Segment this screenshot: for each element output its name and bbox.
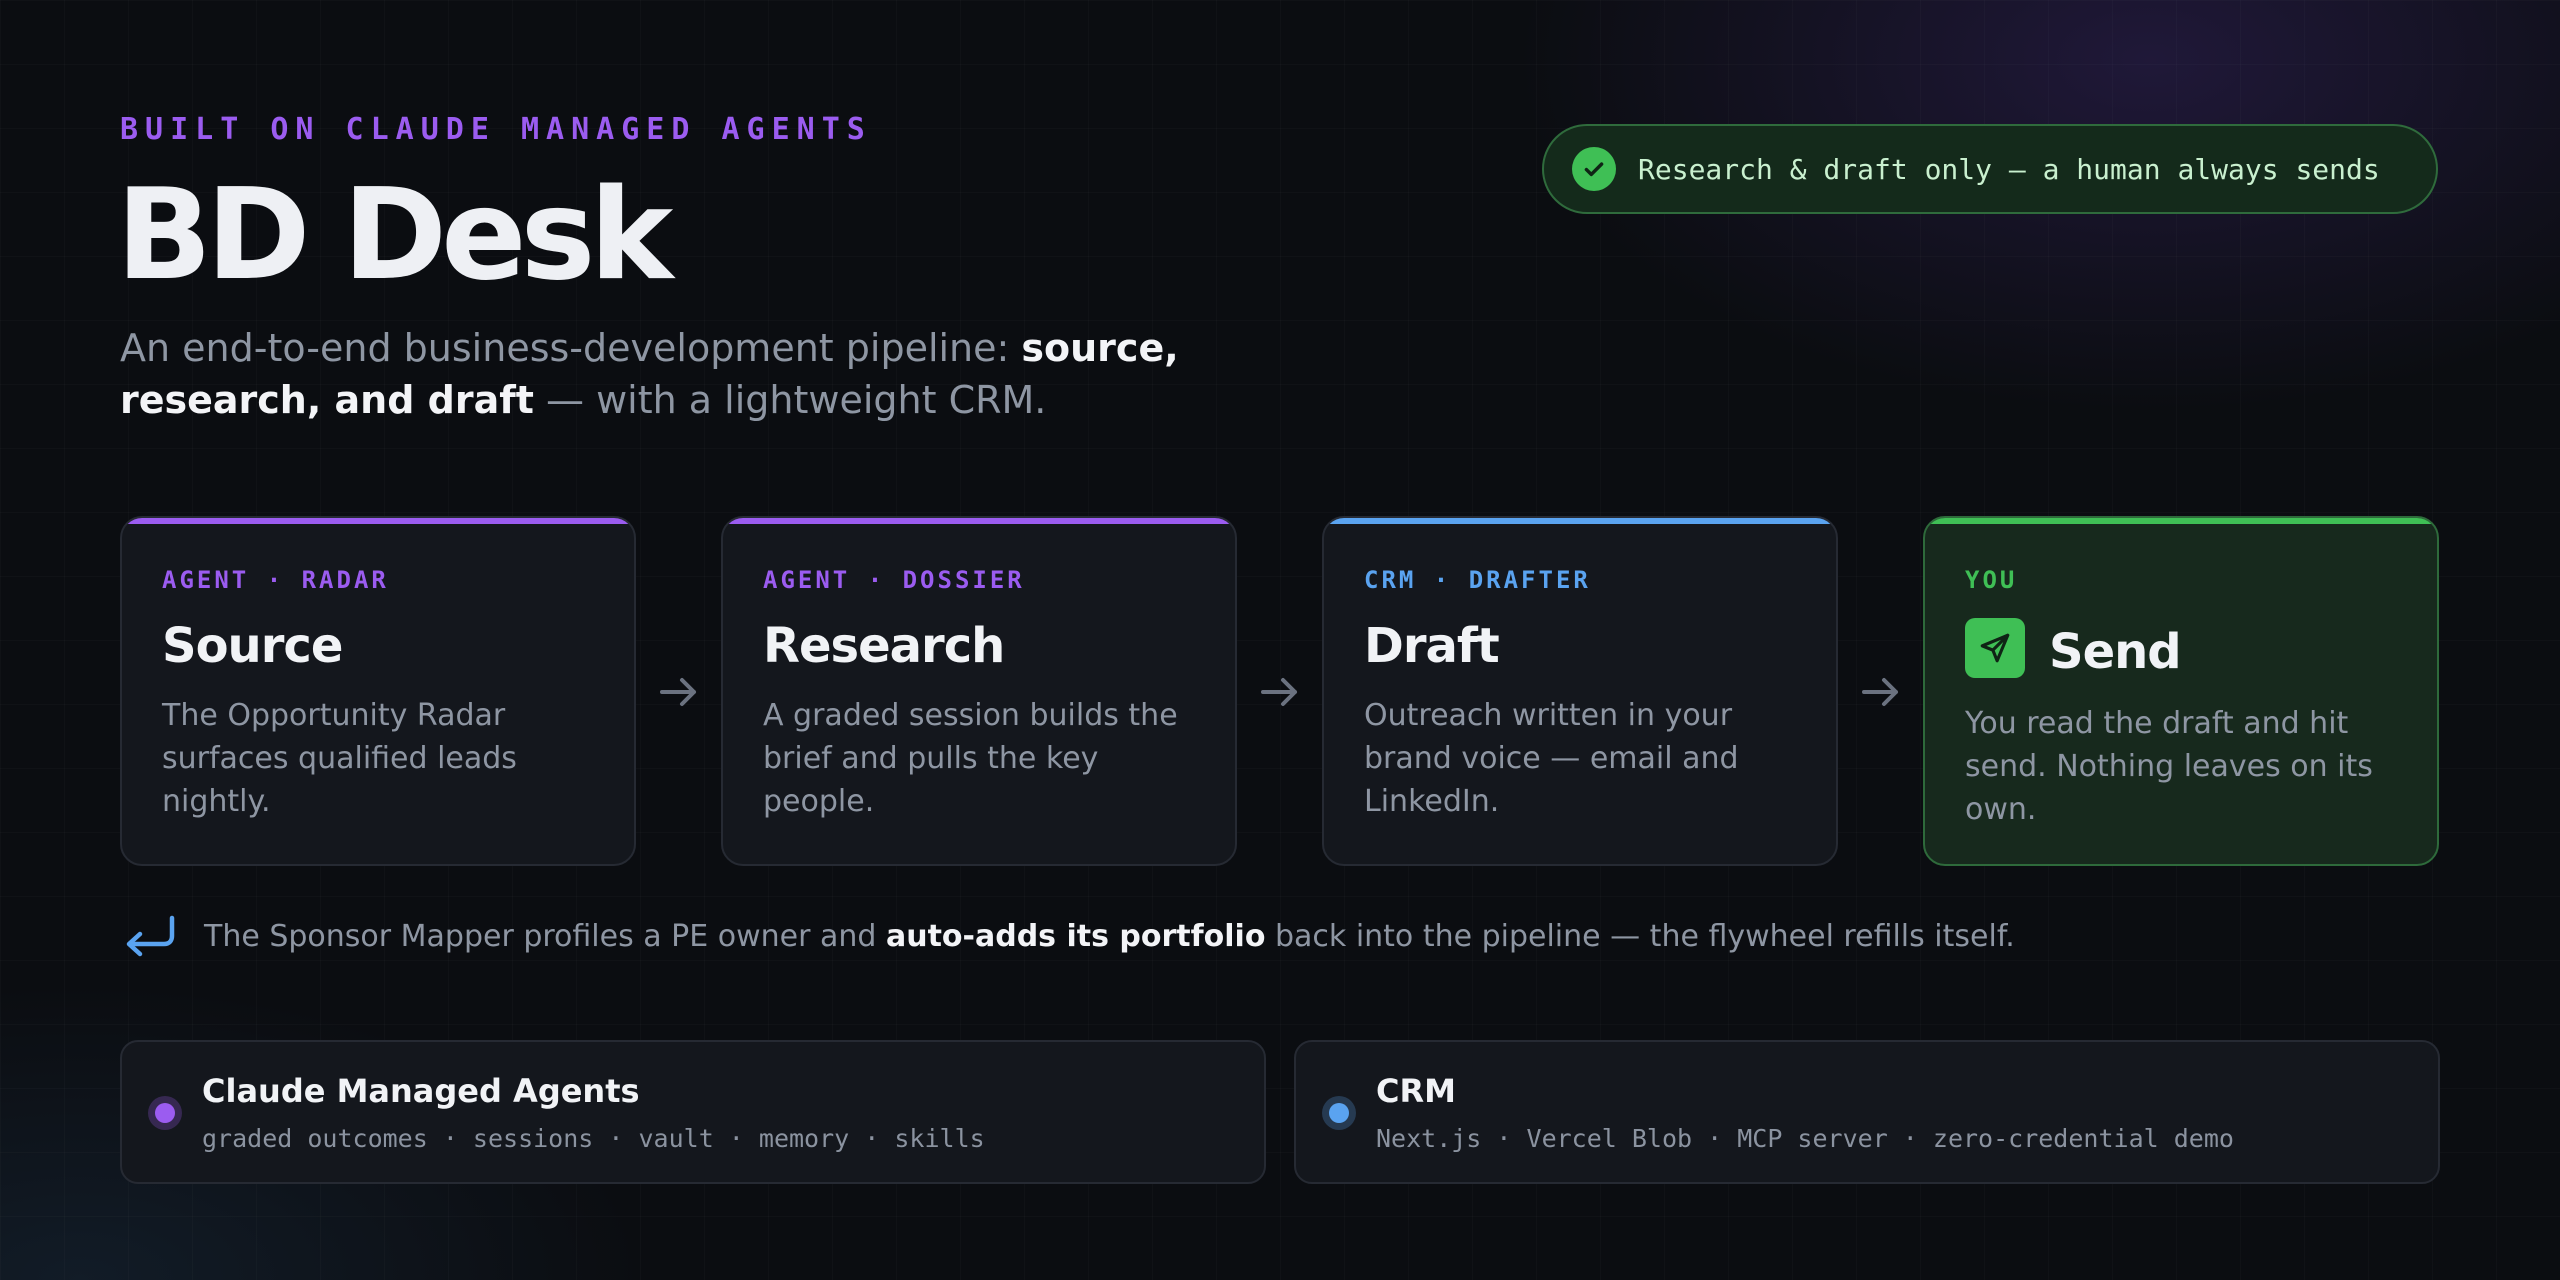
flywheel-note: The Sponsor Mapper profiles a PE owner a… <box>120 910 2015 962</box>
page-title: BD Desk <box>116 161 673 308</box>
card-accent-bar <box>122 518 634 524</box>
pipeline-card-source: AGENT · RADAR Source The Opportunity Rad… <box>120 516 636 866</box>
card-kicker: CRM · DRAFTER <box>1364 566 1591 594</box>
flywheel-text: The Sponsor Mapper profiles a PE owner a… <box>204 919 2015 954</box>
card-title: Send <box>2049 624 2182 680</box>
card-kicker: YOU <box>1965 566 2018 594</box>
subtitle-tail: — with a lightweight CRM. <box>533 378 1047 422</box>
flywheel-text-end: back into the pipeline — the flywheel re… <box>1265 918 2015 954</box>
eyebrow-label: BUILT ON CLAUDE MANAGED AGENTS <box>120 112 872 147</box>
card-accent-bar <box>1324 518 1836 524</box>
panel-title: CRM <box>1376 1072 1456 1110</box>
card-description: Outreach written in your brand voice — e… <box>1364 698 1739 819</box>
card-description: A graded session builds the brief and pu… <box>763 698 1178 819</box>
stack-panel-agents: Claude Managed Agents graded outcomes · … <box>120 1040 1266 1184</box>
page-subtitle: An end-to-end business-development pipel… <box>120 322 1360 426</box>
card-title: Research <box>763 618 1005 674</box>
flywheel-text-start: The Sponsor Mapper profiles a PE owner a… <box>204 918 886 954</box>
return-arrow-icon <box>126 915 175 957</box>
card-title: Draft <box>1364 618 1500 674</box>
card-title: Source <box>162 618 343 674</box>
badge-text: Research & draft only — a human always s… <box>1638 152 2380 186</box>
card-kicker: AGENT · RADAR <box>162 566 389 594</box>
card-accent-bar <box>1925 518 2437 524</box>
card-description: The Opportunity Radar surfaces qualified… <box>162 698 517 819</box>
card-description: You read the draft and hit send. Nothing… <box>1965 706 2373 827</box>
status-dot <box>1322 1096 1356 1130</box>
card-accent-bar <box>723 518 1235 524</box>
arrow-right-icon <box>1862 678 1898 706</box>
pipeline-card-draft: CRM · DRAFTER Draft Outreach written in … <box>1322 516 1838 866</box>
arrow-right-icon <box>1261 678 1297 706</box>
pipeline-card-send: YOU Send You read the draft and hit send… <box>1923 516 2439 866</box>
flywheel-text-highlight: auto-adds its portfolio <box>885 918 1266 954</box>
subtitle-text: An end-to-end business-development pipel… <box>120 326 1022 370</box>
paper-plane-icon <box>1965 618 2025 678</box>
page: BUILT ON CLAUDE MANAGED AGENTS BD Desk A… <box>0 0 2560 1280</box>
pipeline-card-research: AGENT · DOSSIER Research A graded sessio… <box>721 516 1237 866</box>
human-sends-badge: Research & draft only — a human always s… <box>1542 124 2438 214</box>
stack-panel-crm: CRM Next.js · Vercel Blob · MCP server ·… <box>1294 1040 2440 1184</box>
panel-subtitle: Next.js · Vercel Blob · MCP server · zer… <box>1376 1124 2234 1153</box>
check-circle-icon <box>1572 147 1616 191</box>
arrow-right-icon <box>660 678 696 706</box>
panel-subtitle: graded outcomes · sessions · vault · mem… <box>202 1124 985 1153</box>
panel-title: Claude Managed Agents <box>202 1072 640 1110</box>
status-dot <box>148 1096 182 1130</box>
card-kicker: AGENT · DOSSIER <box>763 566 1025 594</box>
